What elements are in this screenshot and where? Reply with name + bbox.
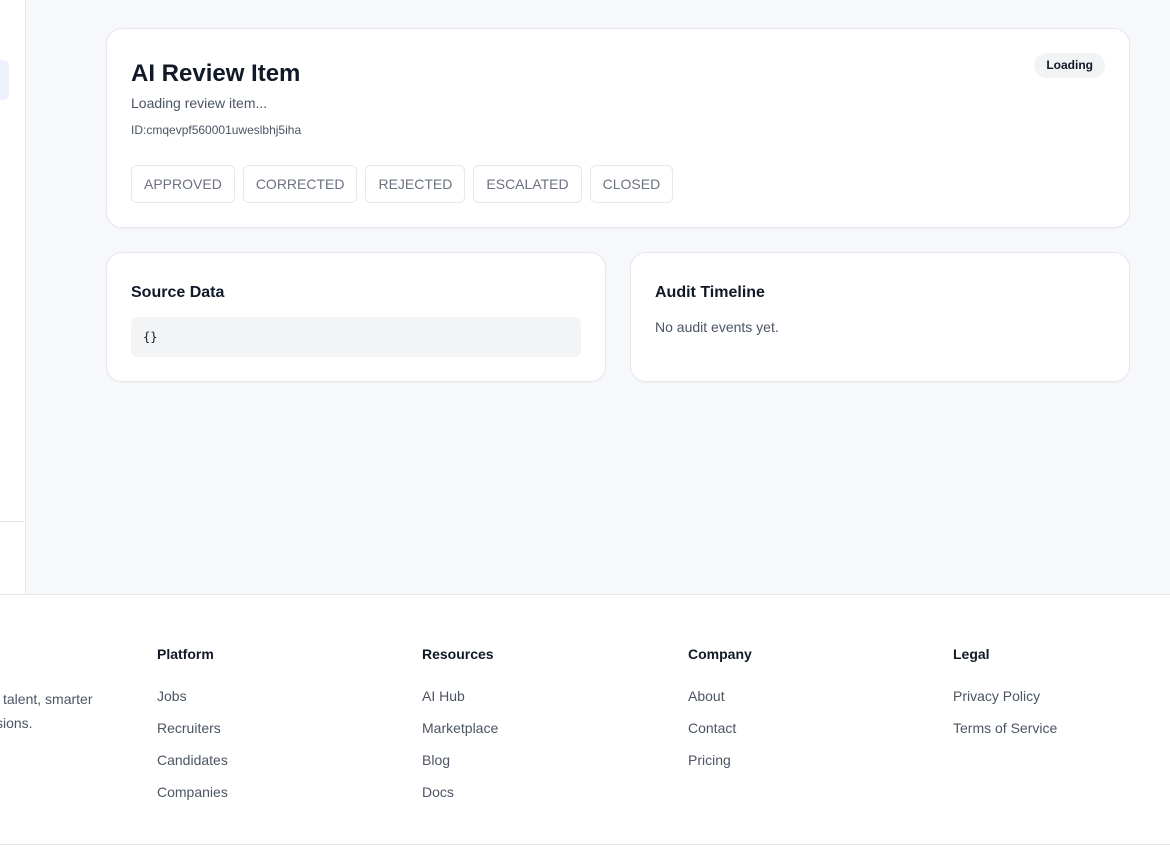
audit-timeline-card: Audit Timeline No audit events yet. xyxy=(630,252,1130,382)
footer-link-contact[interactable]: Contact xyxy=(688,720,752,752)
sidebar-active-item[interactable] xyxy=(0,60,9,100)
footer-link-pricing[interactable]: Pricing xyxy=(688,752,752,784)
footer-link-marketplace[interactable]: Marketplace xyxy=(422,720,498,752)
footer-link-privacy-policy[interactable]: Privacy Policy xyxy=(953,688,1057,720)
page-title: AI Review Item xyxy=(131,60,301,87)
approved-button[interactable]: APPROVED xyxy=(131,165,235,203)
footer-link-jobs[interactable]: Jobs xyxy=(157,688,228,720)
footer-column-resources: Resources AI Hub Marketplace Blog Docs xyxy=(422,646,498,816)
footer-link-ai-hub[interactable]: AI Hub xyxy=(422,688,498,720)
footer-link-blog[interactable]: Blog xyxy=(422,752,498,784)
sidebar-divider xyxy=(0,521,25,522)
footer-tagline: l talent, smarter sions. xyxy=(0,687,106,735)
loading-message: Loading review item... xyxy=(131,95,268,111)
escalated-button[interactable]: ESCALATED xyxy=(473,165,582,203)
footer-tagline-line-1: l talent, smarter xyxy=(0,691,93,707)
footer-link-terms-of-service[interactable]: Terms of Service xyxy=(953,720,1057,752)
review-item-card: AI Review Item Loading Loading review it… xyxy=(106,28,1130,228)
footer-link-docs[interactable]: Docs xyxy=(422,784,498,816)
audit-timeline-heading: Audit Timeline xyxy=(655,284,765,301)
source-data-card: Source Data {} xyxy=(106,252,606,382)
footer-heading-company: Company xyxy=(688,646,752,662)
id-label: ID: xyxy=(131,123,147,137)
footer-tagline-line-2: sions. xyxy=(0,715,33,731)
audit-empty-message: No audit events yet. xyxy=(655,319,779,335)
footer-link-about[interactable]: About xyxy=(688,688,752,720)
corrected-button[interactable]: CORRECTED xyxy=(242,165,358,203)
footer-link-candidates[interactable]: Candidates xyxy=(157,752,228,784)
closed-button[interactable]: CLOSED xyxy=(589,165,674,203)
footer-column-legal: Legal Privacy Policy Terms of Service xyxy=(953,646,1057,752)
sidebar xyxy=(0,0,26,594)
source-data-code: {} xyxy=(131,317,581,357)
footer-link-recruiters[interactable]: Recruiters xyxy=(157,720,228,752)
footer-heading-legal: Legal xyxy=(953,646,990,662)
footer-divider xyxy=(0,844,1170,845)
footer-column-company: Company About Contact Pricing xyxy=(688,646,752,784)
review-actions: APPROVED CORRECTED REJECTED ESCALATED CL… xyxy=(131,165,674,203)
id-value: cmqevpf560001uweslbhj5iha xyxy=(146,123,302,137)
status-badge: Loading xyxy=(1034,53,1105,78)
review-item-id: ID:cmqevpf560001uweslbhj5iha xyxy=(131,123,301,137)
footer-heading-platform: Platform xyxy=(157,646,214,662)
footer-column-platform: Platform Jobs Recruiters Candidates Comp… xyxy=(157,646,228,816)
app-main-area: AI Review Item Loading Loading review it… xyxy=(0,0,1170,595)
source-data-heading: Source Data xyxy=(131,284,225,301)
site-footer: l talent, smarter sions. Platform Jobs R… xyxy=(0,594,1170,860)
footer-heading-resources: Resources xyxy=(422,646,494,662)
footer-link-companies[interactable]: Companies xyxy=(157,784,228,816)
rejected-button[interactable]: REJECTED xyxy=(365,165,466,203)
